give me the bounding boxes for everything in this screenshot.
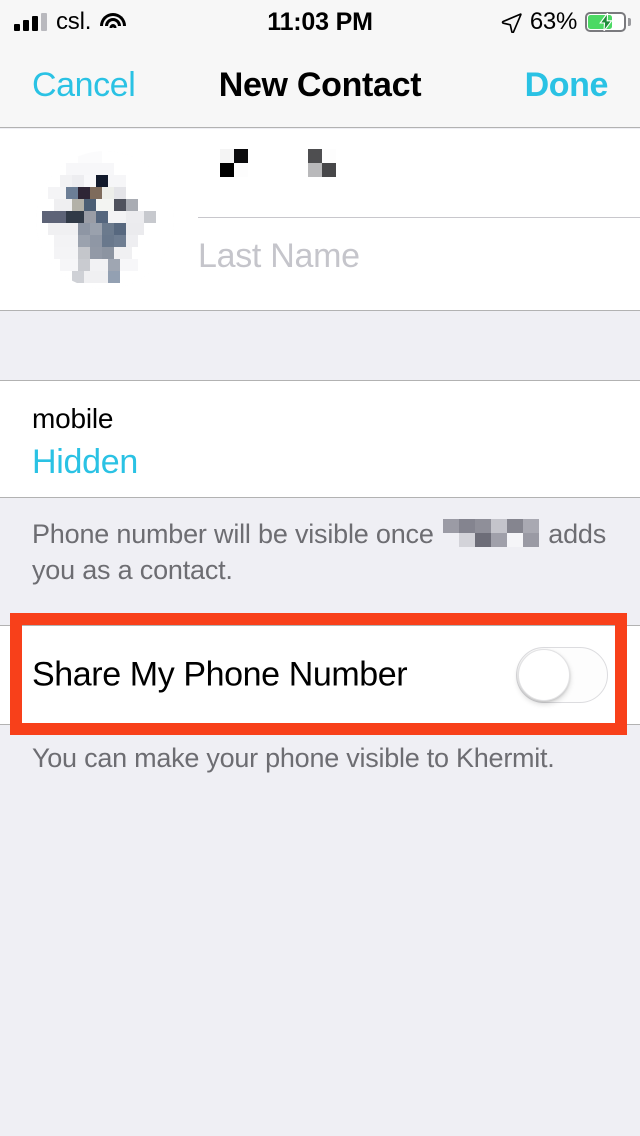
phone-label[interactable]: mobile [32, 403, 113, 435]
empty-area [0, 795, 640, 1136]
location-arrow-icon [501, 12, 522, 33]
contact-photo-avatar[interactable] [36, 151, 174, 289]
phone-section[interactable]: mobile Hidden [0, 381, 640, 498]
share-phone-number-label: Share My Phone Number [32, 655, 408, 694]
navigation-bar: Cancel New Contact Done [0, 44, 640, 128]
toggle-knob [518, 649, 570, 701]
footnote-2-text: You can make your phone visible to Kherm… [32, 743, 555, 773]
footnote-text: Phone number will be visible once adds y… [32, 516, 610, 588]
phone-value[interactable]: Hidden [32, 443, 138, 482]
section-gap [0, 311, 640, 381]
status-bar-clock: 11:03 PM [267, 7, 373, 36]
share-my-phone-number-toggle[interactable] [516, 647, 608, 703]
status-bar-right: 63% [501, 0, 631, 44]
status-bar: csl. 11:03 PM 63% [0, 0, 640, 44]
footnote-redacted-name-pixels [442, 519, 539, 549]
name-fields: Last Name [198, 129, 640, 311]
name-field-divider [198, 217, 640, 218]
battery-charging-icon [585, 12, 631, 32]
iphone-screen: csl. 11:03 PM 63% Cancel New Contact Don… [0, 0, 640, 1136]
footnote-text-before: Phone number will be visible once [32, 519, 434, 549]
share-phone-footnote: You can make your phone visible to Kherm… [0, 725, 640, 795]
battery-percentage: 63% [529, 8, 577, 35]
first-name-input[interactable] [198, 147, 628, 209]
done-button[interactable]: Done [525, 66, 609, 105]
share-phone-number-row[interactable]: Share My Phone Number [0, 625, 640, 725]
phone-visibility-footnote: Phone number will be visible once adds y… [0, 498, 640, 613]
avatar-pixelated-image [36, 151, 174, 289]
name-section: Last Name [0, 129, 640, 311]
last-name-input[interactable]: Last Name [198, 225, 628, 287]
charging-bolt-icon [599, 13, 613, 31]
last-name-placeholder: Last Name [198, 236, 360, 275]
first-name-redacted-pixels [198, 147, 358, 193]
